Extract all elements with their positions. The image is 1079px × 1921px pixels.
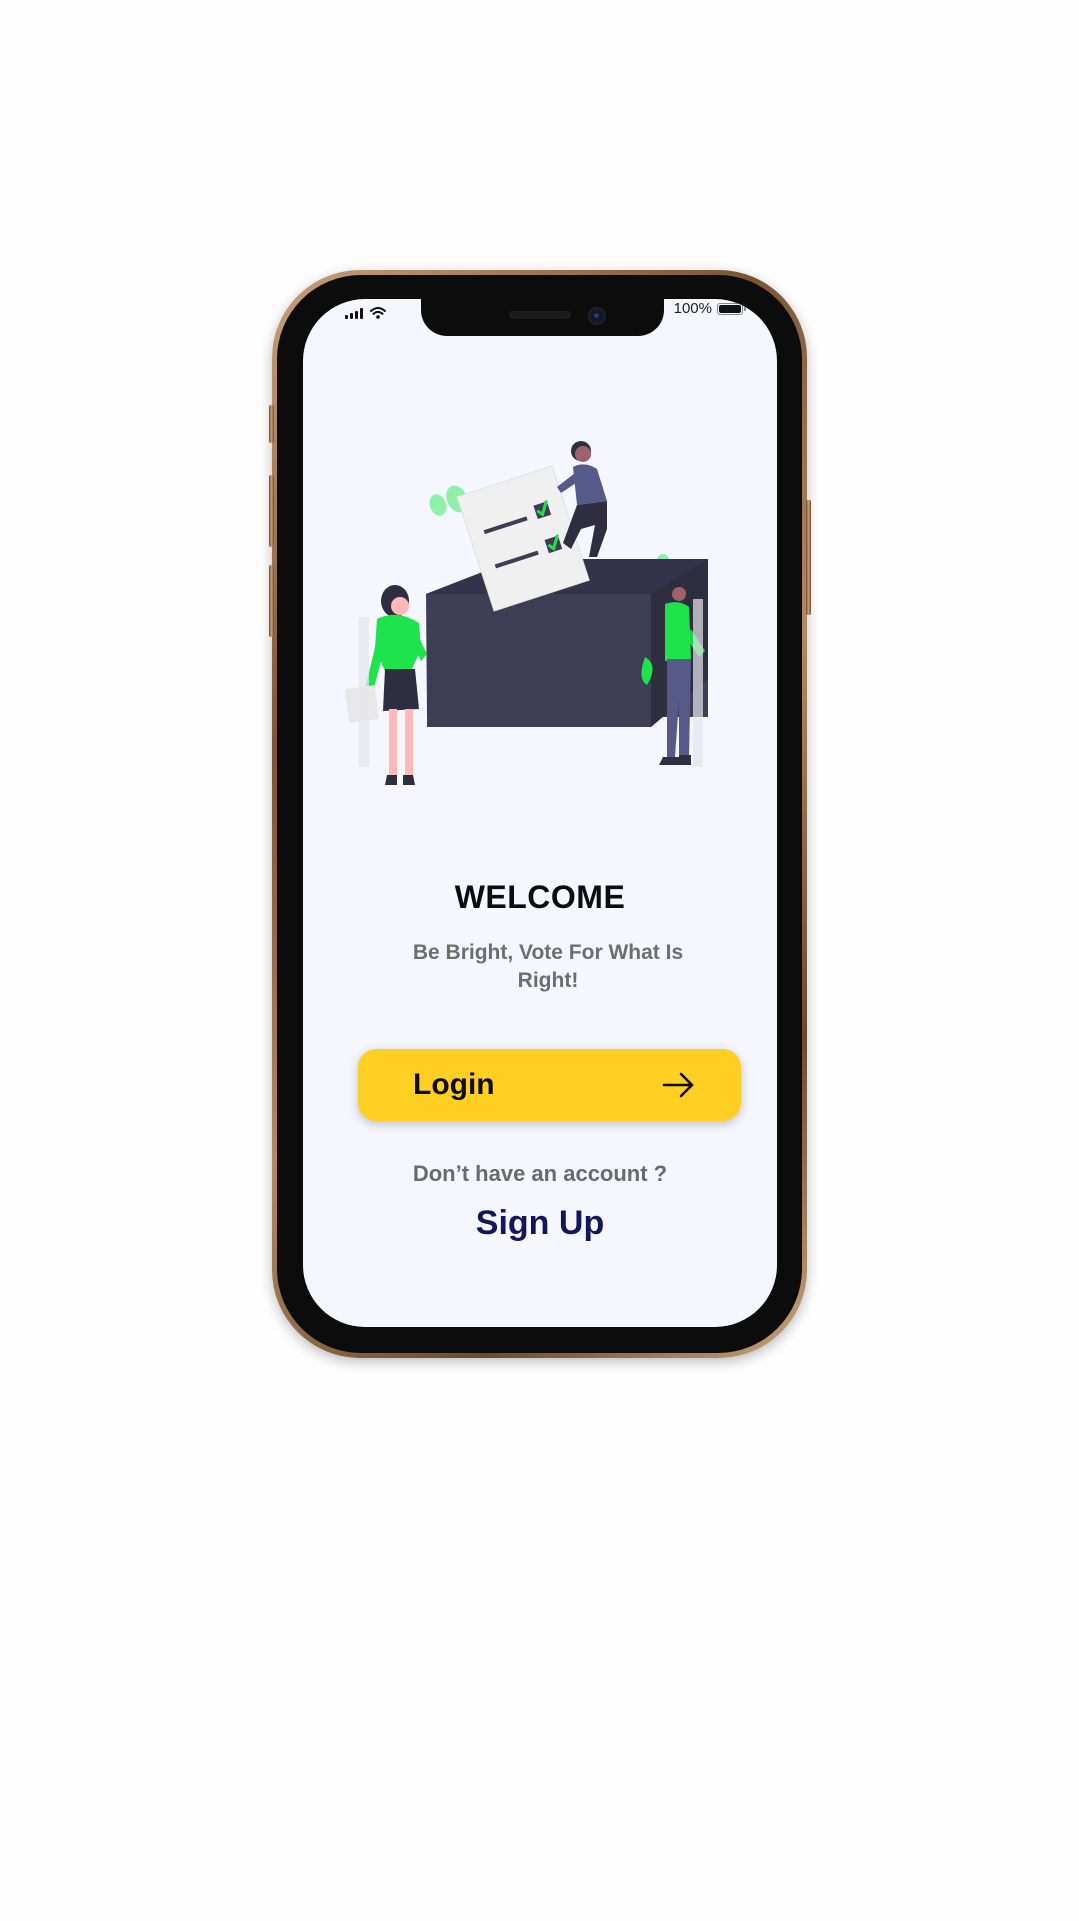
power-button xyxy=(806,500,811,615)
wifi-icon xyxy=(370,307,386,319)
login-button-label: Login xyxy=(413,1068,495,1101)
battery-icon xyxy=(717,302,746,315)
home-indicator xyxy=(473,1312,607,1317)
front-camera xyxy=(588,307,606,325)
status-bar-left xyxy=(345,305,386,319)
login-button[interactable]: Login xyxy=(358,1049,741,1121)
battery-percent: 100% xyxy=(673,300,712,317)
notch xyxy=(421,299,664,336)
volume-down-button xyxy=(269,565,274,637)
welcome-subtitle: Be Bright, Vote For What Is Right! xyxy=(412,941,684,992)
volume-up-button xyxy=(269,475,274,547)
mute-switch xyxy=(269,405,274,443)
welcome-title: WELCOME xyxy=(454,879,626,915)
sign-up-link[interactable]: Sign Up xyxy=(303,1204,777,1243)
status-bar-right: 100% xyxy=(673,300,746,317)
app-screen: 100% WELCOME Be Bright, Vote For What Is… xyxy=(303,299,777,1327)
speaker-grille xyxy=(509,311,571,319)
voting-illustration xyxy=(345,441,708,785)
arrow-right-icon xyxy=(662,1072,694,1098)
no-account-prompt: Don’t have an account ? xyxy=(412,1161,668,1186)
cellular-signal-icon xyxy=(345,308,363,319)
